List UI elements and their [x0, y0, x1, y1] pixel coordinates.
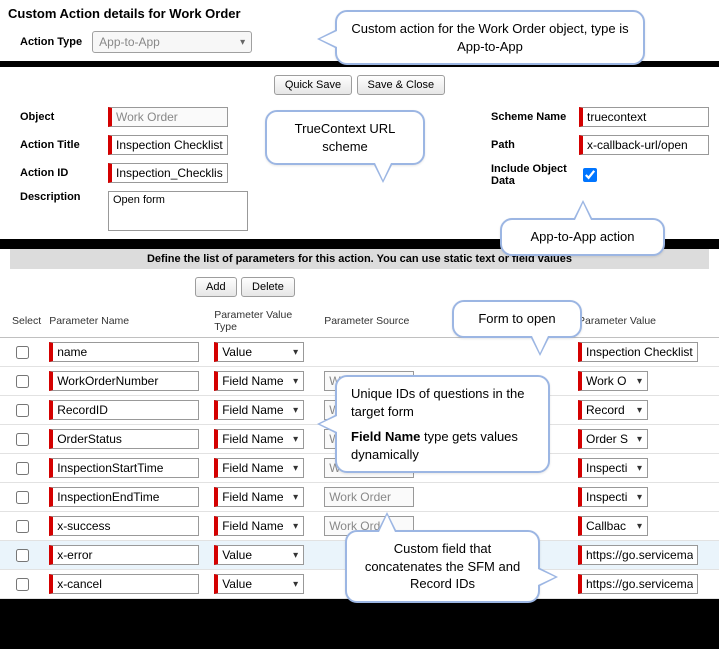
table-row: Field Name Inspecti	[0, 483, 719, 512]
description-label: Description	[20, 191, 100, 203]
parameter-type-dropdown[interactable]: Field Name	[214, 371, 304, 391]
parameter-name-input[interactable]	[49, 342, 199, 362]
col-parameter-name: Parameter Name	[45, 305, 210, 338]
action-type-dropdown: App-to-App	[92, 31, 252, 53]
delete-button[interactable]: Delete	[241, 277, 295, 297]
path-input[interactable]	[579, 135, 709, 155]
parameter-name-input[interactable]	[49, 574, 199, 594]
path-label: Path	[491, 139, 571, 151]
object-label: Object	[20, 111, 100, 123]
parameter-value-dropdown[interactable]: Inspecti	[578, 458, 648, 478]
parameter-value-input[interactable]	[578, 574, 698, 594]
parameter-type-dropdown[interactable]: Field Name	[214, 400, 304, 420]
action-title-label: Action Title	[20, 139, 100, 151]
table-row: Value	[0, 338, 719, 367]
include-object-data-checkbox[interactable]	[583, 168, 597, 182]
parameter-value-input[interactable]	[578, 342, 698, 362]
parameter-type-dropdown[interactable]: Value	[214, 574, 304, 594]
parameter-name-input[interactable]	[49, 400, 199, 420]
callout-url-scheme: TrueContext URL scheme	[265, 110, 425, 165]
action-type-label: Action Type	[20, 36, 82, 48]
row-select-checkbox[interactable]	[16, 462, 29, 475]
callout-form-to-open: Form to open	[452, 300, 582, 338]
row-select-checkbox[interactable]	[16, 346, 29, 359]
parameter-type-dropdown[interactable]: Field Name	[214, 487, 304, 507]
col-parameter-value-type: Parameter Value Type	[210, 305, 320, 338]
parameter-source-input	[324, 487, 414, 507]
callout-app-to-app: App-to-App action	[500, 218, 665, 256]
action-type-value: App-to-App	[99, 35, 160, 49]
parameter-value-dropdown[interactable]: Inspecti	[578, 487, 648, 507]
row-select-checkbox[interactable]	[16, 520, 29, 533]
row-select-checkbox[interactable]	[16, 549, 29, 562]
col-parameter-value: Parameter Value	[574, 305, 719, 338]
save-close-button[interactable]: Save & Close	[357, 75, 446, 95]
parameter-name-input[interactable]	[49, 429, 199, 449]
parameter-value-input[interactable]	[578, 545, 698, 565]
parameter-name-input[interactable]	[49, 545, 199, 565]
parameter-type-dropdown[interactable]: Field Name	[214, 458, 304, 478]
scheme-name-label: Scheme Name	[491, 111, 571, 123]
parameter-type-dropdown[interactable]: Field Name	[214, 429, 304, 449]
footer-bar	[0, 599, 719, 649]
parameter-name-input[interactable]	[49, 371, 199, 391]
parameter-value-dropdown[interactable]: Record	[578, 400, 648, 420]
col-select: Select	[0, 305, 45, 338]
parameter-value-dropdown[interactable]: Work O	[578, 371, 648, 391]
callout-custom-action: Custom action for the Work Order object,…	[335, 10, 645, 65]
parameter-type-dropdown[interactable]: Field Name	[214, 516, 304, 536]
row-select-checkbox[interactable]	[16, 433, 29, 446]
callout-custom-field: Custom field that concatenates the SFM a…	[345, 530, 540, 603]
parameter-type-dropdown[interactable]: Value	[214, 342, 304, 362]
action-id-input[interactable]	[108, 163, 228, 183]
add-button[interactable]: Add	[195, 277, 237, 297]
parameter-name-input[interactable]	[49, 516, 199, 536]
row-select-checkbox[interactable]	[16, 578, 29, 591]
parameter-name-input[interactable]	[49, 458, 199, 478]
parameter-type-dropdown[interactable]: Value	[214, 545, 304, 565]
quick-save-button[interactable]: Quick Save	[274, 75, 352, 95]
include-object-data-label: Include Object Data	[491, 163, 571, 187]
parameter-value-dropdown[interactable]: Order S	[578, 429, 648, 449]
row-select-checkbox[interactable]	[16, 375, 29, 388]
parameter-value-dropdown[interactable]: Callbac	[578, 516, 648, 536]
parameter-name-input[interactable]	[49, 487, 199, 507]
callout-field-name: Unique IDs of questions in the target fo…	[335, 375, 550, 473]
action-title-input[interactable]	[108, 135, 228, 155]
action-id-label: Action ID	[20, 167, 100, 179]
object-input	[108, 107, 228, 127]
scheme-name-input[interactable]	[579, 107, 709, 127]
row-select-checkbox[interactable]	[16, 491, 29, 504]
row-select-checkbox[interactable]	[16, 404, 29, 417]
description-input[interactable]: Open form	[108, 191, 248, 231]
